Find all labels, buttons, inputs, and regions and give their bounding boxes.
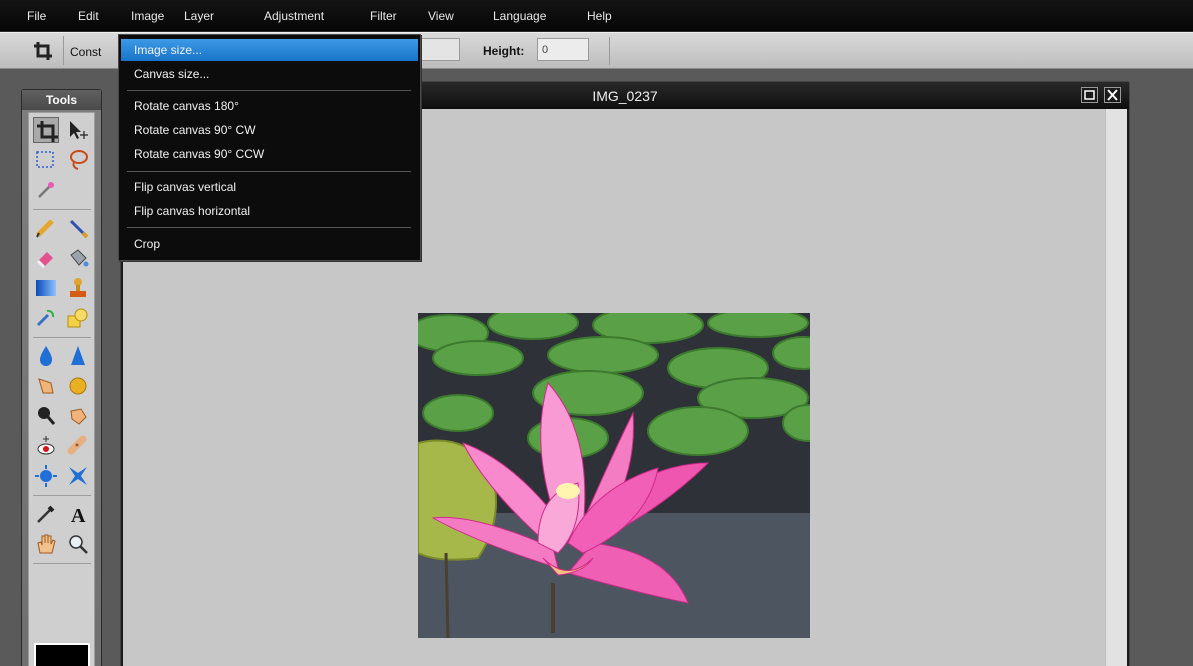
bloat-icon bbox=[35, 465, 57, 487]
tools-separator bbox=[33, 563, 91, 564]
canvas-image[interactable] bbox=[418, 313, 810, 638]
text-icon: A bbox=[71, 505, 86, 527]
menu-file[interactable]: File bbox=[27, 9, 46, 23]
zoom-icon bbox=[69, 535, 88, 554]
sharpen-tool[interactable] bbox=[65, 343, 91, 369]
menu-separator bbox=[127, 171, 411, 172]
toolbar-divider bbox=[609, 37, 610, 65]
pinch-tool[interactable] bbox=[65, 463, 91, 489]
blur-tool[interactable] bbox=[33, 343, 59, 369]
menu-item-flip-horizontal[interactable]: Flip canvas horizontal bbox=[121, 200, 418, 222]
svg-text:A: A bbox=[71, 505, 86, 527]
gradient-tool[interactable] bbox=[33, 275, 59, 301]
color-picker-icon bbox=[37, 505, 55, 523]
lasso-tool[interactable] bbox=[65, 147, 91, 173]
menu-edit[interactable]: Edit bbox=[78, 9, 99, 23]
constrain-label: Const bbox=[70, 45, 102, 59]
menu-adjustment[interactable]: Adjustment bbox=[264, 9, 324, 23]
smudge-tool[interactable] bbox=[33, 373, 59, 399]
menu-filter[interactable]: Filter bbox=[370, 9, 397, 23]
menu-separator bbox=[127, 90, 411, 91]
height-label: Height: bbox=[483, 44, 525, 58]
smudge-icon bbox=[38, 378, 54, 394]
zoom-tool[interactable] bbox=[65, 531, 91, 557]
pencil-icon bbox=[36, 219, 54, 238]
color-replace-icon bbox=[36, 309, 55, 327]
pinch-icon bbox=[69, 467, 87, 485]
brush-icon bbox=[69, 219, 89, 239]
spot-heal-icon bbox=[67, 435, 87, 455]
menu-bar: File Edit Image Layer Adjustment Filter … bbox=[0, 0, 1193, 32]
sharpen-icon bbox=[71, 346, 85, 365]
burn-tool[interactable] bbox=[33, 403, 59, 429]
clone-stamp-icon bbox=[70, 278, 86, 297]
dodge-tool[interactable] bbox=[65, 403, 91, 429]
tools-panel: Tools A bbox=[21, 89, 102, 666]
vertical-scrollbar[interactable] bbox=[1105, 109, 1127, 666]
lasso-icon bbox=[70, 150, 88, 170]
shape-icon bbox=[67, 308, 88, 328]
menu-image[interactable]: Image bbox=[131, 9, 164, 23]
menu-item-image-size[interactable]: Image size... bbox=[121, 39, 418, 61]
menu-item-canvas-size[interactable]: Canvas size... bbox=[121, 63, 418, 85]
image-menu-dropdown: Image size... Canvas size... Rotate canv… bbox=[118, 34, 421, 261]
foreground-color-swatch[interactable] bbox=[34, 643, 90, 666]
shape-tool[interactable] bbox=[65, 305, 91, 331]
menu-item-rotate-180[interactable]: Rotate canvas 180° bbox=[121, 95, 418, 117]
move-tool[interactable] bbox=[65, 117, 91, 143]
move-icon bbox=[70, 121, 88, 139]
tools-grid: A bbox=[28, 112, 95, 666]
red-eye-icon bbox=[37, 436, 55, 455]
menu-view[interactable]: View bbox=[428, 9, 454, 23]
menu-item-rotate-90-ccw[interactable]: Rotate canvas 90° CCW bbox=[121, 143, 418, 165]
dodge-icon bbox=[70, 408, 87, 425]
lotus-photo bbox=[418, 313, 810, 638]
sponge-icon bbox=[69, 377, 87, 395]
text-tool[interactable]: A bbox=[65, 501, 91, 527]
pencil-tool[interactable] bbox=[33, 215, 59, 241]
tools-separator bbox=[33, 337, 91, 338]
burn-icon bbox=[38, 407, 56, 425]
crop-icon bbox=[37, 121, 58, 142]
hand-icon bbox=[37, 534, 56, 554]
brush-tool[interactable] bbox=[65, 215, 91, 241]
menu-layer[interactable]: Layer bbox=[184, 9, 214, 23]
blur-icon bbox=[40, 346, 52, 366]
menu-item-rotate-90-cw[interactable]: Rotate canvas 90° CW bbox=[121, 119, 418, 141]
width-input[interactable] bbox=[420, 38, 460, 61]
menu-item-crop[interactable]: Crop bbox=[121, 233, 418, 255]
maximize-icon[interactable] bbox=[1081, 87, 1098, 103]
clone-stamp-tool[interactable] bbox=[65, 275, 91, 301]
paint-bucket-icon bbox=[70, 249, 89, 267]
active-tool-button[interactable] bbox=[20, 36, 64, 65]
magic-wand-tool[interactable] bbox=[33, 177, 59, 203]
tools-panel-title: Tools bbox=[22, 90, 101, 110]
tools-separator bbox=[33, 209, 91, 210]
tools-separator bbox=[33, 495, 91, 496]
paint-bucket-tool[interactable] bbox=[65, 245, 91, 271]
menu-help[interactable]: Help bbox=[587, 9, 612, 23]
menu-separator bbox=[127, 227, 411, 228]
magic-wand-icon bbox=[38, 182, 54, 198]
height-input[interactable] bbox=[537, 38, 589, 61]
gradient-icon bbox=[36, 280, 56, 296]
hand-tool[interactable] bbox=[33, 531, 59, 557]
eraser-icon bbox=[36, 252, 53, 269]
spot-heal-tool[interactable] bbox=[65, 433, 91, 459]
close-icon[interactable] bbox=[1104, 87, 1121, 103]
marquee-tool[interactable] bbox=[33, 147, 59, 173]
red-eye-tool[interactable] bbox=[33, 433, 59, 459]
menu-item-flip-vertical[interactable]: Flip canvas vertical bbox=[121, 176, 418, 198]
bloat-tool[interactable] bbox=[33, 463, 59, 489]
sponge-tool[interactable] bbox=[65, 373, 91, 399]
color-replace-tool[interactable] bbox=[33, 305, 59, 331]
menu-language[interactable]: Language bbox=[493, 9, 546, 23]
crop-icon bbox=[34, 42, 52, 60]
marquee-icon bbox=[36, 151, 54, 168]
crop-tool[interactable] bbox=[33, 117, 59, 143]
eraser-tool[interactable] bbox=[33, 245, 59, 271]
color-picker-tool[interactable] bbox=[33, 501, 59, 527]
